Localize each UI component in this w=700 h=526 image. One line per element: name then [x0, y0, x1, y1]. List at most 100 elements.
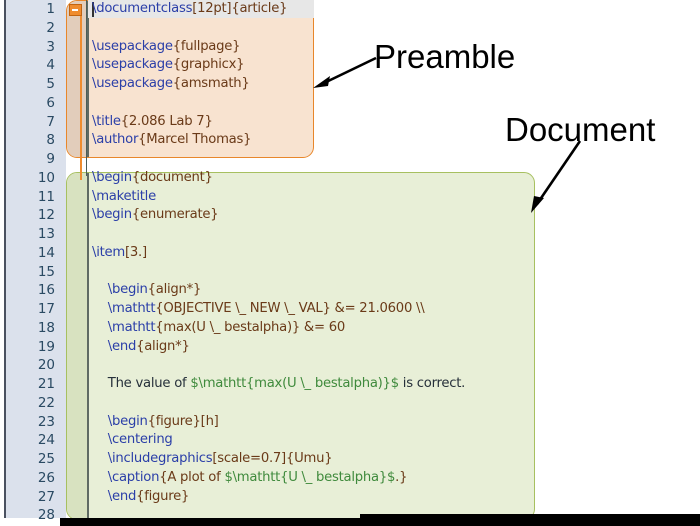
line-number: 16 — [37, 282, 55, 299]
code-token: {OBJECTIVE \_ NEW \_ VAL} &= 21.0600 \\ — [155, 301, 425, 316]
code-token: {Marcel Thomas} — [138, 132, 252, 148]
code-token: \author — [92, 132, 139, 148]
line-number: 23 — [37, 413, 55, 430]
line-number: 6 — [46, 94, 55, 111]
line-number: 8 — [46, 132, 55, 149]
code-line[interactable]: \documentclass[12pt]{article} — [92, 0, 700, 19]
latex-editor-window: 1 2 3 4 5 6 7 8 9 10 11 12 13 14 15 16 17 18 19 20 21 22 23 24 2… — [0, 0, 700, 526]
code-token: \mathtt — [107, 301, 156, 316]
line-number: 15 — [37, 263, 55, 280]
code-token: \caption — [107, 469, 160, 485]
document-fold-margin — [67, 173, 89, 519]
code-token: {fullpage} — [172, 38, 241, 54]
line-number-gutter[interactable]: 1 2 3 4 5 6 7 8 9 10 11 12 13 14 15 16 17 18 19 20 21 22 23 24 2… — [6, 0, 66, 523]
code-token: \usepackage — [92, 57, 173, 73]
code-token: {document} — [131, 169, 213, 185]
code-token: \title — [92, 113, 121, 129]
line-number: 5 — [46, 76, 55, 92]
document-fold-separator — [87, 173, 89, 519]
code-line[interactable]: \mathtt{max(U \_ bestalpha)} &= 60 — [92, 319, 700, 338]
fold-indent-guide — [85, 0, 88, 176]
code-line[interactable]: The value of $\mathtt{max(U \_ bestalpha… — [92, 375, 700, 394]
line-number: 25 — [37, 451, 55, 467]
line-number: 7 — [46, 113, 55, 130]
line-number: 21 — [37, 376, 55, 392]
code-token: $\mathtt{U \_ bestalpha}$ — [224, 469, 396, 485]
line-number: 14 — [37, 244, 55, 261]
line-number: 4 — [46, 57, 55, 74]
code-line[interactable]: \caption{A plot of $\mathtt{U \_ bestalp… — [92, 469, 700, 488]
code-token: \usepackage — [92, 76, 173, 91]
code-token: \documentclass — [92, 1, 193, 16]
code-token: \includegraphics — [107, 451, 213, 466]
line-number: 3 — [46, 38, 55, 55]
code-token: \mathtt — [107, 319, 156, 335]
minus-glyph — [72, 9, 78, 11]
code-token: \begin — [92, 207, 132, 223]
code-token: [scale=0.7]{Umu} — [212, 451, 333, 466]
line-number: 13 — [37, 226, 55, 242]
code-token: {figure}[h] — [147, 413, 219, 429]
line-number: 26 — [37, 469, 55, 486]
preamble-annotation-label: Preamble — [374, 38, 516, 75]
code-line[interactable]: \usepackage{amsmath} — [92, 75, 700, 94]
code-line[interactable]: \mathtt{OBJECTIVE \_ NEW \_ VAL} &= 21.0… — [92, 300, 700, 319]
code-token: $\mathtt{max(U \_ bestalpha)}$ — [190, 376, 399, 391]
code-line[interactable]: \begin{align*} — [92, 281, 700, 300]
code-line[interactable]: \item[3.] — [92, 244, 700, 263]
line-number: 12 — [37, 207, 55, 224]
line-number-list: 1 2 3 4 5 6 7 8 9 10 11 12 13 14 15 16 17 18 19 20 21 22 23 24 2… — [6, 0, 62, 525]
code-line[interactable] — [92, 356, 700, 375]
line-number: 28 — [37, 507, 55, 524]
line-number: 22 — [37, 394, 55, 411]
code-token: \centering — [107, 432, 173, 448]
code-line[interactable] — [92, 19, 700, 38]
code-line[interactable]: \centering — [92, 431, 700, 450]
fold-guide-line — [80, 16, 83, 180]
code-line[interactable]: \begin{figure}[h] — [92, 413, 700, 432]
line-number: 2 — [46, 19, 55, 36]
code-line[interactable]: \maketitle — [92, 188, 700, 207]
code-text-area[interactable]: \documentclass[12pt]{article} \usepackag… — [92, 0, 700, 518]
code-line[interactable]: \end{align*} — [92, 338, 700, 357]
line-number: 19 — [37, 338, 55, 355]
code-token: {amsmath} — [172, 76, 250, 91]
line-number: 1 — [46, 1, 55, 17]
code-token: {align*} — [147, 282, 202, 298]
code-line[interactable]: \begin{document} — [92, 169, 700, 188]
code-line[interactable]: \begin{enumerate} — [92, 206, 700, 225]
code-token: The value of — [92, 376, 191, 391]
code-token: {max(U \_ bestalpha)} &= 60 — [155, 319, 345, 335]
code-token: \end — [107, 338, 137, 354]
code-token: \begin — [107, 413, 148, 429]
code-token: \begin — [92, 169, 132, 185]
fold-collapse-icon[interactable] — [69, 4, 82, 16]
code-line[interactable] — [92, 263, 700, 282]
code-line[interactable]: \end{figure} — [92, 488, 700, 507]
code-token: [12pt]{article} — [192, 1, 288, 16]
code-line[interactable]: \includegraphics[scale=0.7]{Umu} — [92, 450, 700, 469]
line-number: 17 — [37, 301, 55, 317]
code-token: {graphicx} — [172, 57, 245, 73]
code-token: \item — [92, 244, 125, 260]
code-token: \end — [107, 488, 137, 504]
code-line[interactable] — [92, 394, 700, 413]
code-token: \maketitle — [92, 188, 156, 204]
line-number: 20 — [37, 357, 55, 374]
code-line[interactable] — [92, 150, 700, 169]
document-annotation-label: Document — [505, 111, 656, 148]
line-number: 18 — [37, 319, 55, 336]
code-line[interactable] — [92, 94, 700, 113]
line-number: 27 — [37, 488, 55, 505]
code-token: \begin — [107, 282, 148, 298]
code-line[interactable] — [92, 225, 700, 244]
code-token: \usepackage — [92, 38, 173, 54]
code-token: {2.086 Lab 7} — [120, 113, 213, 129]
bottom-black-bar-secondary — [360, 514, 700, 526]
